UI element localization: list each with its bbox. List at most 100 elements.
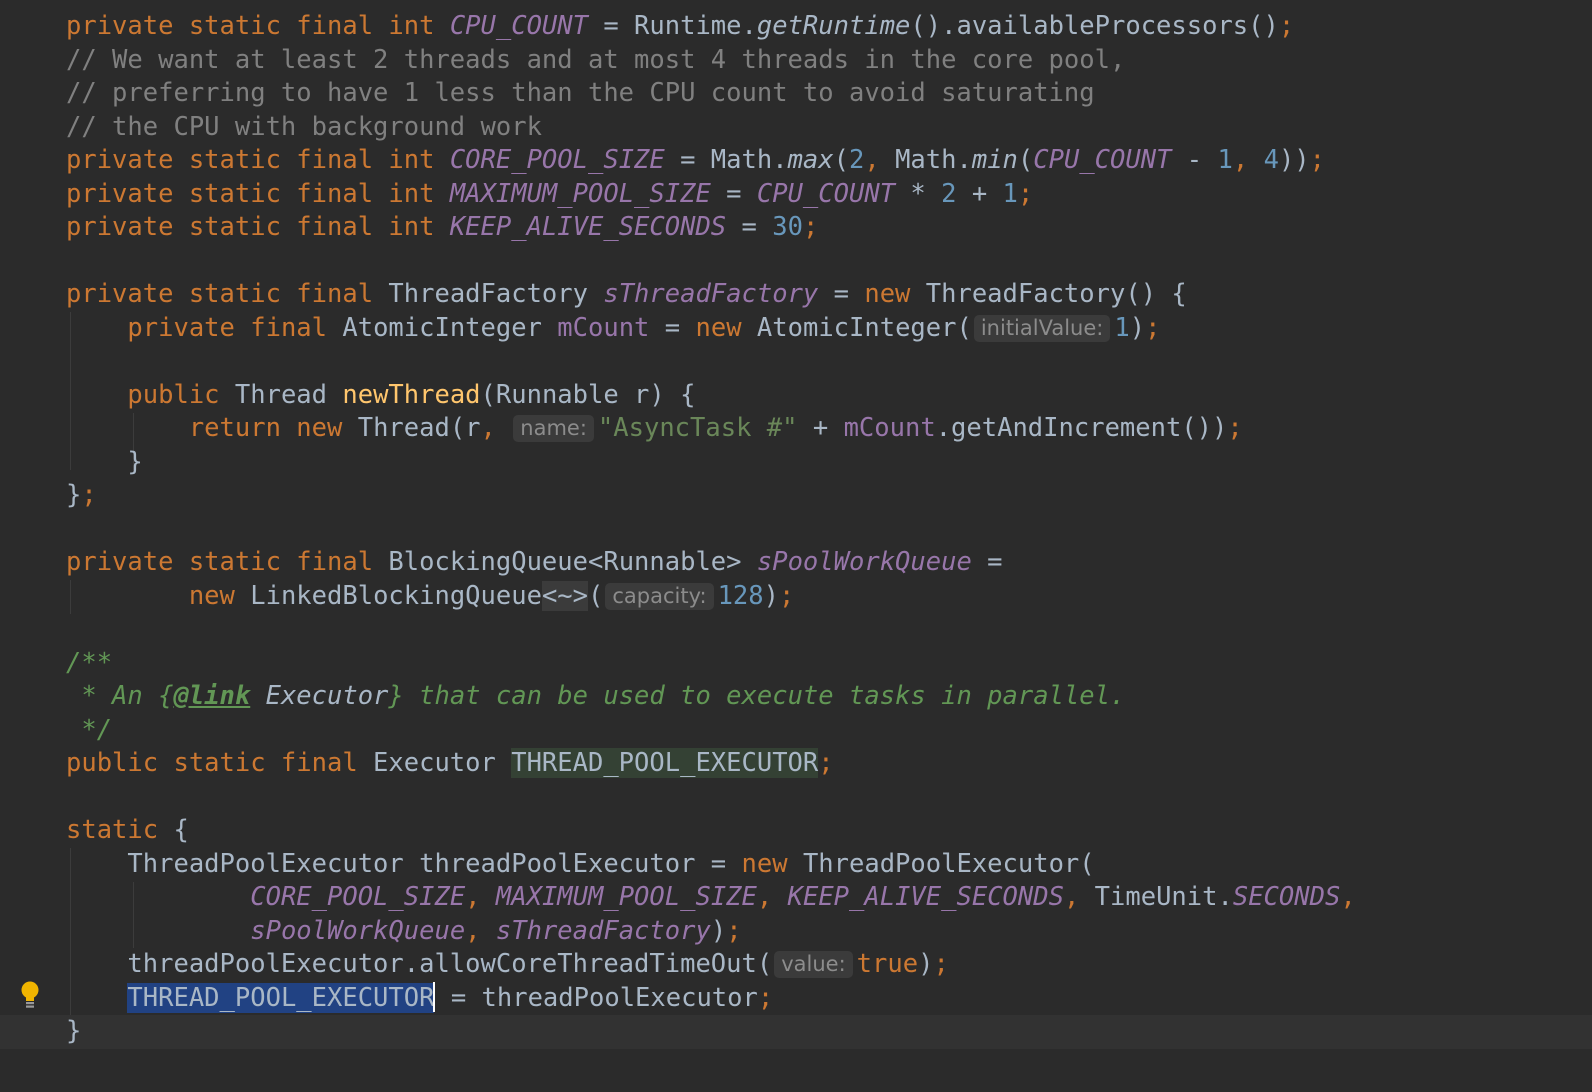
code-line[interactable]: /** xyxy=(66,647,1592,681)
code-text[interactable]: = xyxy=(972,547,1002,577)
static-field[interactable]: CPU_COUNT xyxy=(450,11,588,41)
doc-comment[interactable]: * An { xyxy=(66,681,173,711)
code-text[interactable]: ( xyxy=(1018,145,1033,175)
keyword[interactable]: ; xyxy=(933,949,948,979)
code-text[interactable]: ().availableProcessors() xyxy=(910,11,1278,41)
keyword[interactable]: new xyxy=(742,849,803,879)
static-method-call[interactable]: getRuntime xyxy=(757,11,911,41)
selected-text[interactable]: THREAD_POOL_EXECUTOR xyxy=(127,982,435,1013)
keyword[interactable]: , xyxy=(1064,882,1095,912)
doc-comment[interactable]: */ xyxy=(66,715,112,745)
code-text[interactable]: Math. xyxy=(895,145,972,175)
keyword[interactable]: private static final xyxy=(66,547,388,577)
code-text[interactable] xyxy=(66,983,127,1013)
code-line[interactable]: private static final int MAXIMUM_POOL_SI… xyxy=(66,178,1592,212)
static-field[interactable]: CORE_POOL_SIZE xyxy=(250,882,465,912)
keyword[interactable]: private final xyxy=(127,313,342,343)
code-text[interactable]: * xyxy=(895,179,941,209)
code-line[interactable]: */ xyxy=(66,714,1592,748)
static-field[interactable]: MAXIMUM_POOL_SIZE xyxy=(450,179,711,209)
code-text[interactable]: ThreadPoolExecutor threadPoolExecutor = xyxy=(66,849,742,879)
static-method-call[interactable]: max xyxy=(788,145,834,175)
comment[interactable]: // the CPU with background work xyxy=(66,112,542,142)
code-text[interactable]: ThreadFactory xyxy=(388,279,603,309)
code-text[interactable]: + xyxy=(798,413,844,443)
code-text[interactable]: ThreadPoolExecutor( xyxy=(803,849,1095,879)
doc-comment[interactable]: /** xyxy=(66,648,112,678)
keyword[interactable]: ; xyxy=(726,916,741,946)
keyword[interactable]: , xyxy=(465,916,496,946)
code-line[interactable]: * An {@link Executor} that can be used t… xyxy=(66,680,1592,714)
code-text[interactable] xyxy=(66,916,250,946)
number-literal[interactable]: 2 xyxy=(941,179,956,209)
code-text[interactable]: = Math. xyxy=(665,145,787,175)
code-line[interactable] xyxy=(66,345,1592,379)
code-line[interactable]: return new Thread(r, name: "AsyncTask #" … xyxy=(66,412,1592,446)
doc-tag[interactable]: @link xyxy=(173,681,250,711)
comment[interactable]: // We want at least 2 threads and at mos… xyxy=(66,45,1125,75)
keyword[interactable]: private static final int xyxy=(66,212,450,242)
code-text[interactable]: = xyxy=(726,212,772,242)
code-text[interactable] xyxy=(66,313,127,343)
number-literal[interactable]: 1 xyxy=(1218,145,1233,175)
code-line[interactable]: private static final ThreadFactory sThre… xyxy=(66,278,1592,312)
static-field[interactable]: SECONDS xyxy=(1233,882,1340,912)
code-text[interactable] xyxy=(66,413,189,443)
static-field[interactable]: KEEP_ALIVE_SECONDS xyxy=(450,212,726,242)
code-text[interactable]: = xyxy=(818,279,864,309)
keyword[interactable]: public static final xyxy=(66,748,373,778)
code-line[interactable] xyxy=(66,245,1592,279)
keyword[interactable]: private static final int xyxy=(66,179,450,209)
static-field[interactable]: MAXIMUM_POOL_SIZE xyxy=(496,882,757,912)
keyword[interactable]: ; xyxy=(779,581,794,611)
code-line[interactable]: // preferring to have 1 less than the CP… xyxy=(66,77,1592,111)
number-literal[interactable]: 30 xyxy=(772,212,803,242)
keyword[interactable]: ; xyxy=(758,983,773,1013)
code-line[interactable]: }; xyxy=(66,479,1592,513)
code-text[interactable]: } xyxy=(66,480,81,510)
keyword[interactable]: ; xyxy=(803,212,818,242)
code-text[interactable]: ) xyxy=(764,581,779,611)
code-text[interactable]: AtomicInteger xyxy=(342,313,557,343)
code-line[interactable]: // the CPU with background work xyxy=(66,111,1592,145)
keyword[interactable]: return new xyxy=(189,413,358,443)
field[interactable]: mCount xyxy=(844,413,936,443)
keyword[interactable]: true xyxy=(857,949,918,979)
number-literal[interactable]: 128 xyxy=(718,581,764,611)
code-line[interactable]: private static final int CORE_POOL_SIZE … xyxy=(66,144,1592,178)
code-line[interactable]: private static final int CPU_COUNT = Run… xyxy=(66,10,1592,44)
static-field[interactable]: CORE_POOL_SIZE xyxy=(450,145,665,175)
keyword[interactable]: , xyxy=(1340,882,1355,912)
code-text[interactable]: BlockingQueue<Runnable> xyxy=(388,547,756,577)
code-text[interactable]: ThreadFactory() { xyxy=(926,279,1187,309)
code-line[interactable]: private final AtomicInteger mCount = new… xyxy=(66,312,1592,346)
code-text[interactable]: = xyxy=(649,313,695,343)
static-field[interactable]: CPU_COUNT xyxy=(1033,145,1171,175)
code-line[interactable]: public static final Executor THREAD_POOL… xyxy=(66,747,1592,781)
keyword[interactable]: , xyxy=(757,882,788,912)
keyword[interactable]: , xyxy=(864,145,895,175)
static-field[interactable]: CPU_COUNT xyxy=(757,179,895,209)
keyword[interactable]: new xyxy=(695,313,756,343)
code-text[interactable]: )) xyxy=(1279,145,1310,175)
keyword[interactable]: ; xyxy=(1310,145,1325,175)
code-text[interactable]: } xyxy=(66,447,142,477)
code-line[interactable]: private static final int KEEP_ALIVE_SECO… xyxy=(66,211,1592,245)
code-line[interactable] xyxy=(66,513,1592,547)
code-line[interactable]: new LinkedBlockingQueue<~>(capacity: 128)… xyxy=(66,580,1592,614)
code-line[interactable]: public Thread newThread(Runnable r) { xyxy=(66,379,1592,413)
code-text[interactable]: ) xyxy=(711,916,726,946)
static-field[interactable]: sPoolWorkQueue xyxy=(250,916,465,946)
code-text[interactable]: { xyxy=(173,815,188,845)
doc-comment[interactable]: } that can be used to execute tasks in p… xyxy=(388,681,1125,711)
code-editor[interactable]: private static final int CPU_COUNT = Run… xyxy=(0,0,1592,1092)
code-text[interactable]: ) xyxy=(918,949,933,979)
number-literal[interactable]: 4 xyxy=(1264,145,1279,175)
code-line[interactable] xyxy=(66,613,1592,647)
code-line[interactable]: ThreadPoolExecutor threadPoolExecutor = … xyxy=(66,848,1592,882)
doc-reference[interactable]: Executor xyxy=(250,681,389,711)
static-method-call[interactable]: min xyxy=(972,145,1018,175)
keyword[interactable]: public xyxy=(127,380,234,410)
code-text[interactable]: Thread xyxy=(235,380,342,410)
code-text[interactable]: = Runtime. xyxy=(588,11,757,41)
